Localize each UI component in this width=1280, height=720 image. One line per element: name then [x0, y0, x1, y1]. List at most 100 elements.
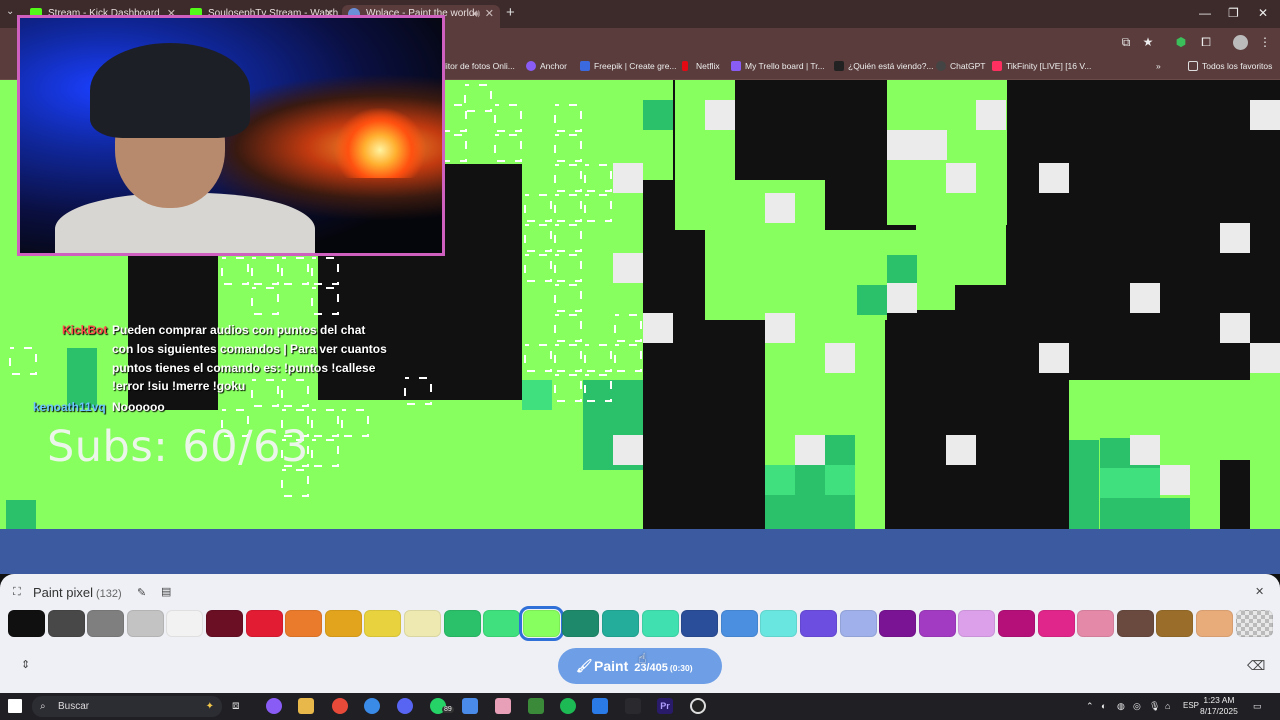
tab-audio-icon[interactable]: 🔊︎	[473, 5, 480, 23]
notifications-icon[interactable]: ▭	[1253, 701, 1262, 712]
discord-icon[interactable]	[397, 698, 413, 714]
white-pixel	[613, 163, 643, 193]
task-view-icon[interactable]: ⧈	[232, 698, 248, 714]
bookmark-freepik[interactable]: Freepik | Create gre...	[580, 61, 677, 71]
close-tab-icon[interactable]: ✕	[485, 5, 494, 23]
color-swatch[interactable]	[126, 610, 164, 637]
network-icon[interactable]: ⌂	[1165, 701, 1170, 711]
spotify-icon[interactable]	[560, 698, 576, 714]
save-template-icon[interactable]: ▤	[161, 585, 171, 598]
chrome-icon[interactable]	[332, 698, 348, 714]
windows-start-icon[interactable]	[8, 699, 22, 713]
color-swatch[interactable]	[958, 610, 996, 637]
minimize-button[interactable]: —	[1199, 6, 1211, 20]
color-swatch[interactable]	[760, 610, 798, 637]
color-swatch[interactable]	[47, 610, 85, 637]
show-hidden-icons-icon[interactable]: ⌃	[1086, 701, 1094, 712]
color-swatch[interactable]	[879, 610, 917, 637]
pixel-charge-count: (132)	[95, 588, 122, 600]
bookmark-chatgpt[interactable]: ChatGPT	[936, 61, 985, 71]
painted-pixel-region	[887, 255, 917, 285]
chat-message-line: !error !siu !merre !goku	[112, 379, 246, 393]
color-swatch[interactable]	[483, 610, 521, 637]
extensions-puzzle-icon[interactable]: ⧠	[1199, 35, 1213, 49]
obs-icon[interactable]	[690, 698, 706, 714]
color-swatch[interactable]	[285, 610, 323, 637]
color-swatch[interactable]	[602, 610, 639, 637]
color-swatch[interactable]	[1235, 610, 1273, 637]
color-swatch[interactable]	[404, 610, 441, 637]
color-swatch[interactable]	[1037, 610, 1075, 637]
bookmark-trello[interactable]: My Trello board | Tr...	[731, 61, 825, 71]
all-bookmarks-folder[interactable]: Todos los favoritos	[1188, 61, 1272, 71]
color-swatch[interactable]	[518, 606, 564, 641]
taskbar-clock[interactable]: 1:23 AM 8/17/2025	[1200, 695, 1238, 717]
eraser-icon[interactable]: ⌫	[1247, 658, 1265, 674]
photos-icon[interactable]	[495, 698, 511, 714]
copilot-icon[interactable]	[266, 698, 282, 714]
chat-username: kenoath11vq	[33, 400, 106, 414]
maximize-button[interactable]: ❐	[1228, 6, 1239, 20]
app-store-icon[interactable]	[592, 698, 608, 714]
color-swatch[interactable]	[324, 610, 362, 637]
color-swatch[interactable]	[443, 610, 481, 637]
bookmark-quien-esta-viendo[interactable]: ¿Quién está viendo?...	[834, 61, 934, 71]
chrome-profile-icon[interactable]	[364, 698, 380, 714]
color-swatch[interactable]	[720, 610, 758, 637]
tray-app-icon[interactable]: ◎	[1133, 701, 1141, 712]
bookmarks-overflow-icon[interactable]: »	[1156, 61, 1161, 71]
color-swatch[interactable]	[1156, 610, 1194, 637]
close-window-button[interactable]: ✕	[1258, 6, 1268, 20]
microphone-icon[interactable]: 🎙︎	[1149, 701, 1160, 712]
bookmark-tikfinity[interactable]: TikFinity [LIVE] [16 V...	[992, 61, 1091, 71]
color-swatch[interactable]	[166, 610, 204, 637]
painted-pixel-region	[522, 380, 552, 410]
bookmark-netflix[interactable]: Netflix	[682, 61, 720, 71]
tray-app-icon[interactable]: ◐	[1101, 701, 1106, 711]
collapse-toggle-icon[interactable]: ⇕	[21, 658, 30, 671]
color-swatch[interactable]	[87, 610, 125, 637]
premiere-pro-icon[interactable]: Pr	[657, 698, 673, 714]
color-swatch[interactable]	[1077, 610, 1115, 637]
cast-icon[interactable]: ⧉	[1119, 35, 1133, 49]
color-swatch[interactable]	[641, 610, 679, 637]
tab-search-chevron-icon[interactable]: ⌄	[6, 6, 14, 17]
white-pixel	[1130, 283, 1160, 313]
color-swatch[interactable]	[1116, 610, 1154, 637]
file-explorer-icon[interactable]	[298, 698, 314, 714]
color-swatch[interactable]	[800, 610, 837, 637]
streamer-cap	[90, 43, 250, 138]
color-swatch[interactable]	[998, 610, 1035, 637]
profile-avatar[interactable]	[1233, 35, 1248, 50]
color-swatch[interactable]	[918, 610, 956, 637]
color-swatch[interactable]	[562, 610, 600, 637]
color-swatch[interactable]	[8, 610, 45, 637]
white-pixel	[1220, 313, 1250, 343]
map-ocean-area[interactable]	[0, 529, 1280, 574]
chat-message-line: con los siguientes comandos | Para ver c…	[112, 342, 387, 356]
color-swatch[interactable]	[245, 610, 283, 637]
app-icon[interactable]	[625, 698, 641, 714]
bookmark-label: TikFinity [LIVE] [16 V...	[1006, 61, 1092, 71]
browser-menu-icon[interactable]: ⋮	[1258, 35, 1272, 49]
anchor-icon	[526, 61, 536, 71]
tray-app-icon[interactable]: ◍	[1117, 701, 1125, 712]
calendar-icon[interactable]	[462, 698, 478, 714]
color-swatch[interactable]	[1196, 610, 1233, 637]
color-swatch[interactable]	[206, 610, 243, 637]
extension-shield-icon[interactable]: ⬢	[1174, 35, 1188, 49]
new-tab-button[interactable]: +	[506, 4, 515, 21]
close-panel-icon[interactable]: ✕	[1255, 585, 1264, 598]
color-swatch[interactable]	[364, 610, 402, 637]
minecraft-icon[interactable]	[528, 698, 544, 714]
bookmark-star-icon[interactable]: ★	[1141, 35, 1155, 49]
white-pixel	[887, 130, 947, 160]
chat-message-line: puntos tienes el comando es: !puntos !ca…	[112, 361, 376, 375]
bookmark-anchor[interactable]: Anchor	[526, 61, 567, 71]
taskbar-search[interactable]: ⌕ Buscar ✦	[32, 696, 222, 717]
pencil-icon[interactable]: ✎	[137, 586, 146, 599]
color-swatch[interactable]	[681, 610, 719, 637]
language-indicator[interactable]: ESP	[1183, 701, 1199, 710]
color-swatch[interactable]	[839, 610, 877, 637]
expand-icon[interactable]: ⛶	[13, 586, 21, 599]
